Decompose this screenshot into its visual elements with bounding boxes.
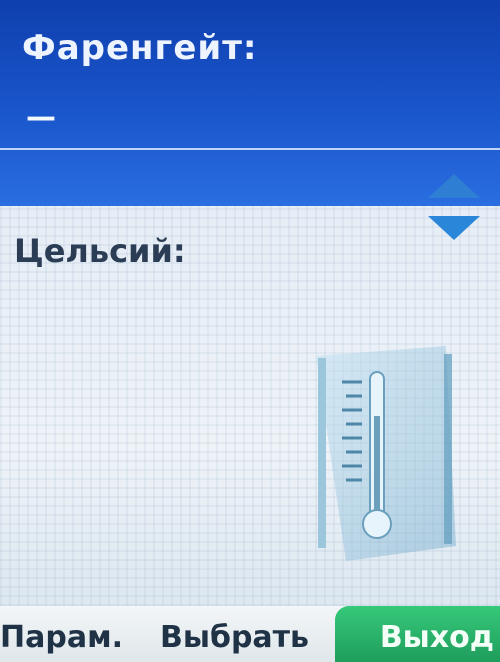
scroll-down-icon[interactable] (428, 216, 480, 240)
select-softkey[interactable]: Выбрать (160, 620, 309, 655)
fahrenheit-input[interactable]: — (26, 100, 56, 135)
exit-softkey[interactable]: Выход (380, 620, 494, 655)
scroll-up-icon[interactable] (428, 174, 480, 198)
fahrenheit-field[interactable]: Фаренгейт: — (0, 0, 500, 206)
thermometer-icon (316, 346, 456, 561)
celsius-label: Цельсий: (14, 232, 186, 270)
fahrenheit-label: Фаренгейт: (22, 28, 258, 68)
options-softkey[interactable]: Парам. (0, 620, 123, 655)
field-divider (0, 148, 500, 150)
softkey-bar: Парам. Выбрать Выход (0, 606, 500, 662)
